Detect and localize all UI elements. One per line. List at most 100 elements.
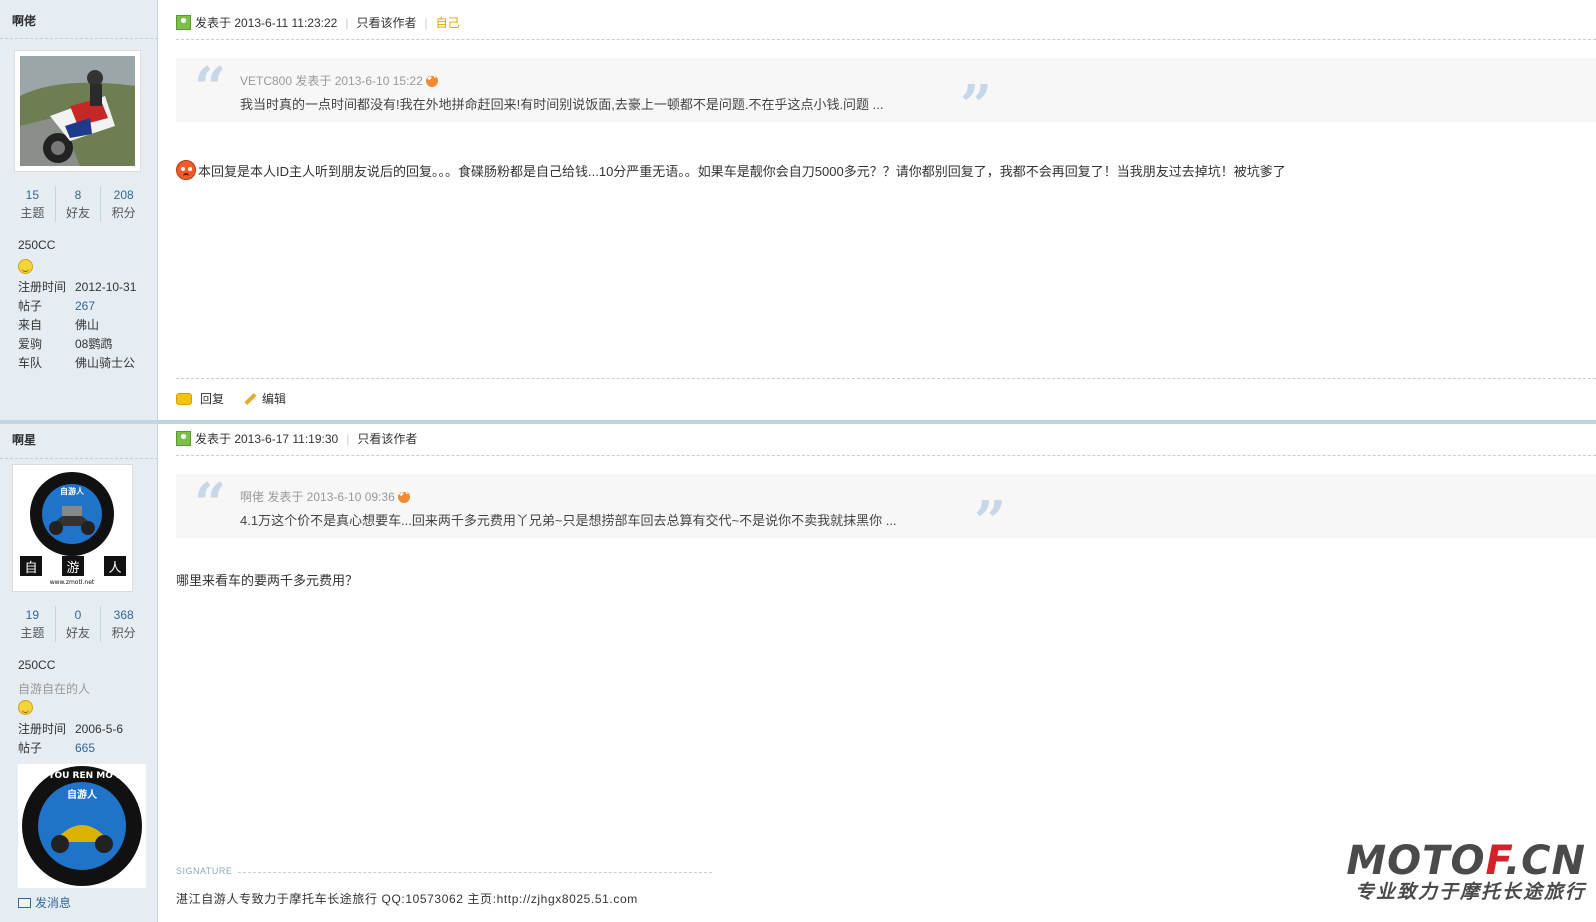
post-content: 本回复是本人ID主人听到朋友说后的回复。。。食碟肠粉都是自己给钱...10分严重… (176, 160, 1286, 180)
stat-threads-num: 15 (25, 188, 40, 202)
stat-threads-num: 19 (25, 608, 40, 622)
info-key: 注册时间 (18, 280, 67, 294)
stat-friends-label: 好友 (66, 206, 91, 220)
author-sidebar: 啊星 自游人 自 游 人 www.zmotl.net 19 主题 0 好友 36… (0, 420, 1596, 922)
edit-button[interactable]: 编辑 (242, 390, 286, 407)
user-stats: 19 主题 0 好友 368 积分 (10, 606, 146, 642)
stat-friends[interactable]: 0 好友 (56, 606, 102, 642)
divider (0, 38, 158, 39)
user-stats: 15 主题 8 好友 208 积分 (10, 186, 146, 222)
stat-friends[interactable]: 8 好友 (56, 186, 102, 222)
post-content-text: 本回复是本人ID主人听到朋友说后的回复。。。食碟肠粉都是自己给钱...10分严重… (198, 163, 1286, 179)
signature-label: SIGNATURE (176, 866, 233, 876)
info-row: 帖子 267 (18, 297, 158, 316)
smiley-icon (18, 700, 33, 715)
club-medal-image: 自游人 ZI YOU REN MO LU (22, 766, 142, 886)
reply-button[interactable]: 回复 (176, 390, 224, 407)
jump-back-icon[interactable] (397, 488, 410, 503)
motorcycle-photo (20, 56, 135, 166)
separator: | (424, 15, 428, 30)
reply-label: 回复 (200, 392, 225, 406)
smiley-icon (18, 259, 33, 274)
stat-threads[interactable]: 15 主题 (10, 186, 56, 222)
post-time: 发表于 2013-6-17 11:19:30 (195, 432, 339, 446)
site-watermark: MOTOF.CN 专业致力于摩托长途旅行 (1346, 840, 1586, 904)
logo-char: 游 (66, 561, 79, 576)
watermark-text-red: F (1485, 838, 1505, 884)
online-icon (176, 15, 191, 30)
info-value: 2006-5-6 (75, 722, 124, 736)
user-group[interactable]: 250CC (18, 238, 55, 252)
author-name[interactable]: 啊星 (12, 431, 36, 448)
info-key: 来自 (18, 318, 43, 332)
post-meta: 发表于 2013-6-17 11:19:30 | 只看该作者 (176, 430, 417, 447)
divider (0, 458, 158, 459)
stat-threads-label: 主题 (20, 206, 45, 220)
medal-center-text: 自游人 (67, 788, 98, 801)
watermark-slogan: 专业致力于摩托长途旅行 (1354, 882, 1586, 903)
club-logo: 自游人 自 游 人 www.zmotl.net (18, 470, 127, 586)
reply-icon (176, 392, 192, 405)
post-time: 发表于 2013-6-11 11:23:22 (195, 16, 338, 30)
divider (176, 455, 1596, 456)
edit-label: 编辑 (262, 392, 287, 406)
quote-block: “ 啊佬 发表于 2013-6-10 09:36 4.1万这个价不是真心想要车.… (176, 474, 1596, 550)
watermark-logo: MOTOF.CN (1346, 840, 1586, 882)
info-value-link[interactable]: 267 (75, 297, 95, 316)
separator: | (346, 431, 350, 446)
stat-threads[interactable]: 19 主题 (10, 606, 56, 642)
divider (176, 39, 1596, 40)
logo-center-text: 自游人 (60, 486, 85, 496)
info-row: 帖子 665 (18, 739, 158, 758)
quote-author-text: 啊佬 发表于 2013-6-10 09:36 (240, 490, 395, 504)
stat-friends-num: 0 (74, 608, 82, 622)
jump-back-icon[interactable] (425, 72, 438, 87)
quote-text: 4.1万这个价不是真心想要车...回来两千多元费用丫兄弟~只是想捞部车回去总算有… (240, 513, 897, 528)
only-author-link[interactable]: 只看该作者 (357, 430, 417, 447)
self-tag[interactable]: 自己 (436, 14, 460, 31)
info-key: 帖子 (18, 299, 43, 313)
send-message-link[interactable]: 发消息 (18, 894, 71, 911)
avatar[interactable] (14, 50, 141, 172)
signature-text: 湛江自游人专致力于摩托车长途旅行 QQ:10573062 主页:http://z… (176, 892, 638, 906)
stat-friends-label: 好友 (66, 626, 91, 640)
post-content-text: 哪里来看车的要两千多元费用？ (176, 573, 359, 588)
user-info: 注册时间 2012-10-31 帖子 267 来自 佛山 爱驹 08鹦鹉 车队 佛山骑士公 (18, 278, 158, 373)
signature-divider (238, 872, 712, 873)
user-group[interactable]: 250CC (18, 658, 55, 672)
only-author-link[interactable]: 只看该作者 (356, 14, 416, 31)
avatar[interactable]: 自游人 自 游 人 www.zmotl.net (12, 464, 133, 592)
post-1: 啊佬 15 主题 8 好友 208 积分 250CC 注册时间 2012-10-… (0, 0, 1596, 420)
divider (176, 378, 1596, 379)
info-value-link[interactable]: 665 (75, 739, 95, 758)
watermark-text: MOTO (1346, 838, 1486, 884)
post-content: 哪里来看车的要两千多元费用？ (176, 570, 358, 589)
stat-points[interactable]: 368 积分 (101, 606, 146, 642)
author-name[interactable]: 啊佬 (12, 12, 36, 29)
quote-open-icon: “ (194, 55, 227, 121)
quote-block: “ VETC800 发表于 2013-6-10 15:22 我当时真的一点时间都… (176, 55, 1596, 134)
online-icon (176, 431, 191, 446)
quote-close-icon: ” (974, 489, 1007, 555)
info-value: 2012-10-31 (75, 280, 137, 294)
stat-points-label: 积分 (111, 206, 136, 220)
user-title: 自游自在的人 (18, 682, 91, 696)
separator: | (345, 15, 349, 30)
info-key: 注册时间 (18, 722, 67, 736)
info-value: 佛山骑士公 (75, 356, 136, 370)
stat-points[interactable]: 208 积分 (101, 186, 146, 222)
post-main: 发表于 2013-6-11 11:23:22 | 只看该作者 | 自己 “ VE… (158, 0, 1596, 420)
info-key: 爱驹 (18, 337, 43, 351)
medal-badge: 自游人 ZI YOU REN MO LU (18, 764, 146, 888)
angry-emoji-icon (176, 160, 196, 180)
envelope-icon (18, 897, 31, 908)
stat-points-label: 积分 (111, 626, 136, 640)
post-meta: 发表于 2013-6-11 11:23:22 | 只看该作者 | 自己 (176, 14, 460, 31)
info-key: 车队 (18, 356, 43, 370)
info-row: 注册时间 2012-10-31 (18, 278, 158, 297)
quote-close-icon: ” (960, 73, 993, 139)
info-row: 车队 佛山骑士公 (18, 354, 158, 373)
send-message-label: 发消息 (35, 896, 72, 910)
user-info: 注册时间 2006-5-6 帖子 665 (18, 720, 158, 758)
post-separator (158, 420, 1596, 424)
